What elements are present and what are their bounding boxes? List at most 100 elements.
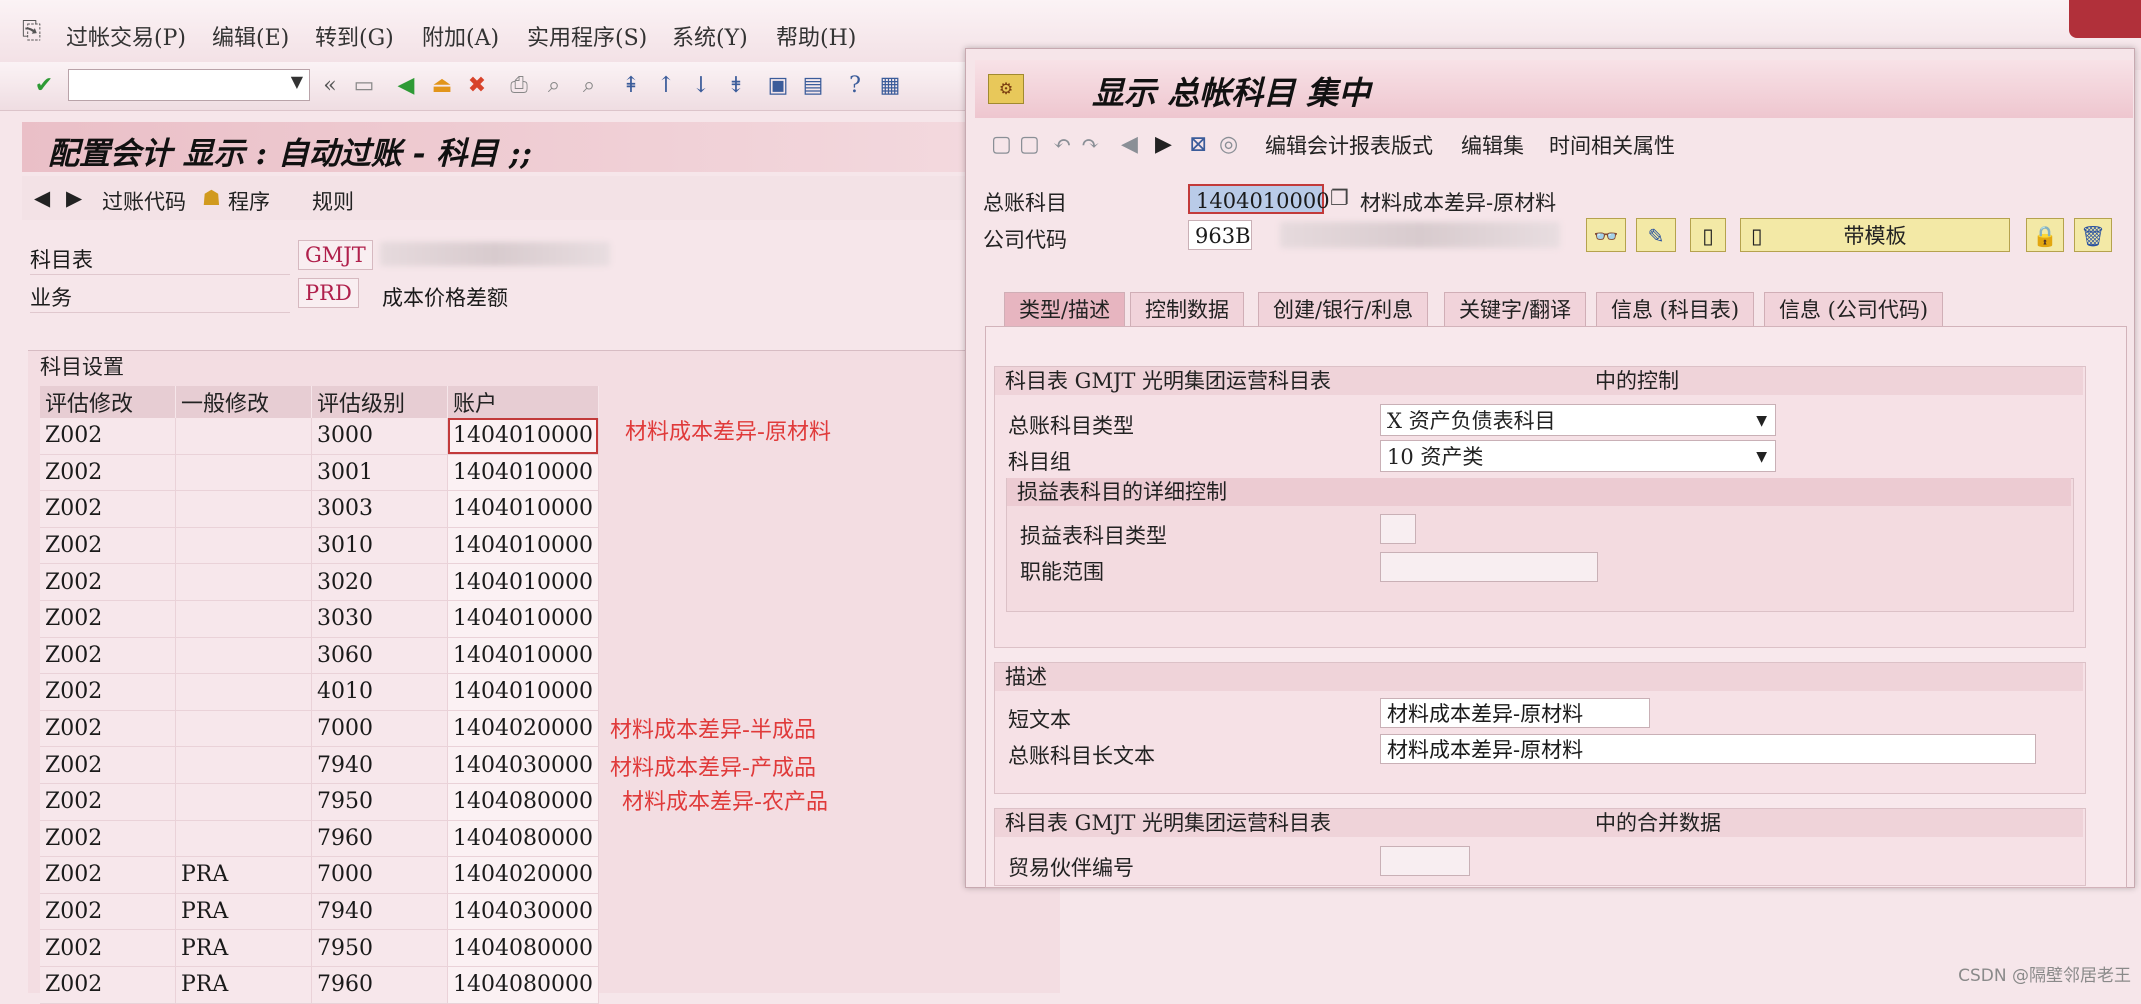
redo-icon[interactable]: ↷ — [1081, 132, 1099, 157]
company-code-field[interactable]: 963B — [1188, 220, 1252, 250]
copy-icon[interactable]: ▢ — [1019, 132, 1040, 157]
undo-icon[interactable]: ↶ — [1053, 132, 1071, 157]
gl-type-dropdown[interactable]: X 资产负债表科目 ▼ — [1380, 404, 1776, 436]
menu-goto[interactable]: 转到(G) — [315, 20, 394, 52]
cell-account[interactable]: 1404080000 — [447, 929, 599, 967]
col-account[interactable]: 账户 — [447, 386, 599, 418]
table-row[interactable]: Z002 PRA 7950 1404080000 — [40, 929, 599, 967]
shortcut-icon[interactable]: ▤ — [799, 72, 827, 100]
tab-create-bank-interest[interactable]: 创建/银行/利息 — [1258, 292, 1429, 326]
edit-layout-button[interactable]: 编辑会计报表版式 — [1265, 130, 1433, 160]
with-template-button[interactable]: ▯ 带模板 — [1740, 218, 2010, 252]
cell-account[interactable]: 1404010000 — [447, 527, 599, 565]
program-button[interactable]: 程序 — [228, 186, 270, 216]
table-row[interactable]: Z002 3001 1404010000 — [40, 454, 599, 492]
program-icon[interactable]: ☗ — [202, 186, 221, 210]
cell-account[interactable]: 1404010000 — [447, 637, 599, 675]
enter-check-icon[interactable]: ✔ — [30, 72, 58, 100]
previous-icon[interactable]: ◀ — [1121, 132, 1138, 157]
chart-of-accounts-field[interactable]: GMJT — [298, 240, 373, 270]
window-close-button[interactable] — [2069, 0, 2141, 38]
cell-account[interactable]: 1404010000 — [447, 600, 599, 638]
chevron-down-icon[interactable]: ▼ — [291, 72, 303, 91]
cell-account[interactable]: 1404020000 — [447, 856, 599, 894]
glasses-icon[interactable]: 👓 — [1586, 218, 1626, 252]
cancel-icon[interactable]: ✖ — [463, 72, 491, 100]
menu-posting[interactable]: 过帐交易(P) — [66, 20, 186, 52]
menu-system[interactable]: 系统(Y) — [672, 20, 748, 52]
transaction-field[interactable]: PRD — [298, 278, 359, 308]
table-row[interactable]: Z002 3030 1404010000 — [40, 600, 599, 638]
table-row[interactable]: Z002 4010 1404010000 — [40, 673, 599, 711]
table-row[interactable]: Z002 PRA 7000 1404020000 — [40, 856, 599, 894]
create-icon[interactable]: ▢ — [991, 132, 1012, 157]
long-text-field[interactable]: 材料成本差异-原材料 — [1380, 734, 2036, 764]
menu-help[interactable]: 帮助(H) — [776, 20, 856, 52]
tab-type-description[interactable]: 类型/描述 — [1004, 292, 1126, 326]
next-icon[interactable]: ▶ — [1155, 132, 1172, 157]
cell-account[interactable]: 1404010000 — [447, 490, 599, 528]
menu-edit[interactable]: 编辑(E) — [212, 20, 289, 52]
cell-account[interactable]: 1404030000 — [447, 746, 599, 784]
double-chevron-left-icon[interactable]: « — [316, 72, 344, 100]
posting-code-button[interactable]: 过账代码 — [102, 186, 186, 216]
menu-extras[interactable]: 附加(A) — [422, 20, 499, 52]
table-row[interactable]: Z002 7000 1404020000 — [40, 710, 599, 748]
table-row[interactable]: Z002 7960 1404080000 — [40, 820, 599, 858]
new-session-icon[interactable]: ▣ — [764, 72, 792, 100]
save-icon[interactable]: ▭ — [350, 72, 378, 100]
previous-page-icon[interactable]: ↑ — [652, 72, 680, 100]
cell-account[interactable]: 1404010000 — [447, 673, 599, 711]
account-group-dropdown[interactable]: 10 资产类 ▼ — [1380, 440, 1776, 472]
trash-icon[interactable]: 🗑 — [2074, 218, 2112, 252]
table-row[interactable]: Z002 PRA 7960 1404080000 — [40, 966, 599, 1004]
table-row[interactable]: Z002 7950 1404080000 — [40, 783, 599, 821]
chevron-down-icon[interactable]: ▼ — [1756, 441, 1767, 473]
menu-exit-icon[interactable]: ⎘ — [22, 18, 46, 42]
find-next-icon[interactable]: ⌕ — [575, 72, 603, 100]
where-used-icon[interactable]: ◎ — [1219, 132, 1238, 157]
table-row[interactable]: Z002 3020 1404010000 — [40, 563, 599, 601]
command-field[interactable]: ▼ — [68, 69, 310, 101]
col-valuation-class[interactable]: 评估级别 — [311, 386, 448, 418]
col-general-modif[interactable]: 一般修改 — [175, 386, 312, 418]
table-row[interactable]: Z002 3060 1404010000 — [40, 637, 599, 675]
cell-account[interactable]: 1404080000 — [447, 820, 599, 858]
cell-account[interactable]: 1404080000 — [447, 783, 599, 821]
delete-icon[interactable]: ⊠ — [1189, 132, 1207, 157]
arrow-right-icon[interactable]: ▶ — [66, 186, 82, 210]
edit-set-button[interactable]: 编辑集 — [1461, 130, 1524, 160]
col-valuation-modif[interactable]: 评估修改 — [40, 386, 176, 418]
exit-icon[interactable]: ⏏ — [428, 72, 456, 100]
arrow-left-icon[interactable]: ◀ — [34, 186, 50, 210]
back-icon[interactable]: ◀ — [392, 72, 420, 100]
table-row[interactable]: Z002 7940 1404030000 — [40, 746, 599, 784]
gl-account-field[interactable]: 1404010000 — [1188, 184, 1330, 214]
pencil-icon[interactable]: ✎ — [1636, 218, 1676, 252]
cell-account[interactable]: 1404030000 — [447, 893, 599, 931]
table-row[interactable]: Z002 3000 1404010000 — [40, 418, 599, 455]
help-icon[interactable]: ? — [841, 72, 869, 100]
last-page-icon[interactable]: ⇟ — [722, 72, 750, 100]
tab-control-data[interactable]: 控制数据 — [1130, 292, 1244, 326]
layout-menu-icon[interactable]: ▦ — [876, 72, 904, 100]
cell-account[interactable]: 1404080000 — [447, 966, 599, 1004]
copy-value-icon[interactable]: ❐ — [1330, 186, 1349, 210]
table-row[interactable]: Z002 PRA 7940 1404030000 — [40, 893, 599, 931]
menu-utilities[interactable]: 实用程序(S) — [527, 20, 647, 52]
cell-account[interactable]: 1404020000 — [447, 710, 599, 748]
tab-keyword-translation[interactable]: 关键字/翻译 — [1444, 292, 1587, 326]
lock-icon[interactable]: 🔒 — [2026, 218, 2064, 252]
first-page-icon[interactable]: ⇞ — [617, 72, 645, 100]
short-text-field[interactable]: 材料成本差异-原材料 — [1380, 698, 1650, 728]
trading-partner-field[interactable] — [1380, 846, 1470, 876]
cell-account[interactable]: 1404010000 — [447, 418, 599, 455]
next-page-icon[interactable]: ↓ — [687, 72, 715, 100]
print-icon[interactable]: ⎙ — [505, 72, 533, 100]
tab-info-company[interactable]: 信息 (公司代码) — [1764, 292, 1944, 326]
cell-account[interactable]: 1404010000 — [447, 563, 599, 601]
table-row[interactable]: Z002 3010 1404010000 — [40, 527, 599, 565]
chevron-down-icon[interactable]: ▼ — [1756, 405, 1767, 437]
rules-button[interactable]: 规则 — [312, 186, 354, 216]
functional-area-field[interactable] — [1380, 552, 1598, 582]
